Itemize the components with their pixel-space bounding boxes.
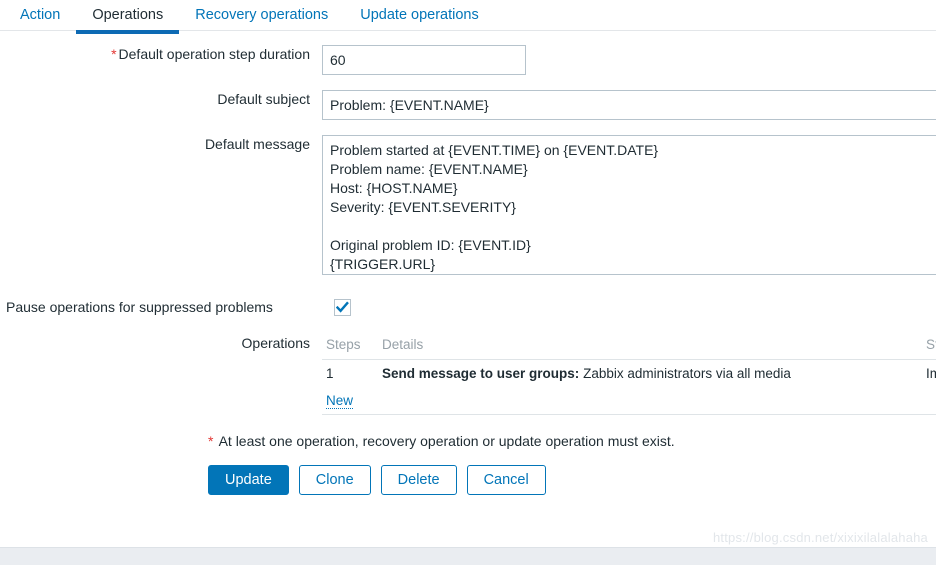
tab-operations-label: Operations bbox=[92, 7, 164, 23]
message-control: Problem started at {EVENT.TIME} on {EVEN… bbox=[322, 135, 936, 278]
pause-suppressed-checkbox[interactable] bbox=[334, 298, 351, 316]
form-action-buttons: Update Clone Delete Cancel bbox=[208, 465, 936, 495]
cell-details: Send message to user groups: Zabbix admi… bbox=[378, 360, 922, 388]
column-header-details: Details bbox=[378, 334, 922, 360]
delete-button[interactable]: Delete bbox=[380, 465, 457, 495]
operations-table-head: Steps Details Start bbox=[322, 334, 936, 360]
message-textarea[interactable]: Problem started at {EVENT.TIME} on {EVEN… bbox=[322, 135, 936, 275]
tab-operations[interactable]: Operations bbox=[76, 0, 180, 34]
page-footer-bar bbox=[0, 547, 936, 565]
column-header-start: Start bbox=[922, 334, 936, 360]
operations-new-cell: New bbox=[322, 387, 936, 415]
tab-list: Action Operations Recovery operations Up… bbox=[0, 0, 936, 34]
table-row[interactable]: 1 Send message to user groups: Zabbix ad… bbox=[322, 360, 936, 388]
form-row-operations: Operations Steps Details Start 1 Send me… bbox=[0, 334, 936, 415]
cell-details-action: Send message to user groups: bbox=[382, 366, 580, 381]
note-text: At least one operation, recovery operati… bbox=[218, 433, 675, 449]
required-asterisk: * bbox=[111, 46, 117, 62]
checkmark-icon bbox=[336, 301, 349, 313]
tab-update-operations-label: Update operations bbox=[360, 7, 479, 23]
cancel-button[interactable]: Cancel bbox=[466, 465, 546, 495]
update-button[interactable]: Update bbox=[208, 465, 289, 495]
cell-step-number: 1 bbox=[326, 366, 334, 381]
subject-label: Default subject bbox=[217, 91, 310, 107]
operations-table-body: 1 Send message to user groups: Zabbix ad… bbox=[322, 360, 936, 415]
form-validation-note: * At least one operation, recovery opera… bbox=[208, 433, 936, 449]
pause-suppressed-control bbox=[334, 298, 936, 316]
form-row-subject: Default subject bbox=[0, 90, 936, 120]
clone-button[interactable]: Clone bbox=[298, 465, 371, 495]
operations-form: *Default operation step duration Default… bbox=[0, 31, 936, 495]
watermark: https://blog.csdn.net/xixixilalalahaha bbox=[712, 530, 928, 545]
cell-details-target: Zabbix administrators via all media bbox=[583, 366, 791, 381]
new-operation-link[interactable]: New bbox=[326, 393, 354, 409]
form-row-duration: * Default operation step duration bbox=[0, 45, 936, 75]
form-row-message: Default message Problem started at {EVEN… bbox=[0, 135, 936, 278]
subject-input[interactable] bbox=[322, 90, 936, 120]
operations-control: Steps Details Start 1 Send message to us… bbox=[322, 334, 936, 415]
duration-label: * Default operation step duration bbox=[0, 45, 322, 63]
tab-action-label: Action bbox=[20, 7, 61, 23]
cell-start: Immediately bbox=[926, 366, 936, 381]
tab-recovery-operations-label: Recovery operations bbox=[195, 7, 329, 23]
tab-update-operations[interactable]: Update operations bbox=[344, 0, 495, 30]
operations-header-row: Steps Details Start bbox=[322, 334, 936, 360]
duration-label-text: Default operation step duration bbox=[118, 46, 310, 62]
tab-action[interactable]: Action bbox=[4, 0, 76, 30]
form-row-pause-suppressed: Pause operations for suppressed problems bbox=[0, 298, 936, 316]
message-label: Default message bbox=[204, 136, 310, 152]
operations-label: Operations bbox=[241, 335, 310, 351]
subject-control bbox=[322, 90, 936, 120]
operations-table: Steps Details Start 1 Send message to us… bbox=[322, 334, 936, 415]
pause-suppressed-label: Pause operations for suppressed problems bbox=[6, 299, 273, 315]
operations-footer-row: New bbox=[322, 387, 936, 415]
duration-input[interactable] bbox=[322, 45, 526, 75]
tab-recovery-operations[interactable]: Recovery operations bbox=[179, 0, 344, 30]
column-header-steps: Steps bbox=[322, 334, 378, 360]
tab-bar: Action Operations Recovery operations Up… bbox=[0, 0, 936, 34]
duration-control bbox=[322, 45, 936, 75]
note-asterisk: * bbox=[208, 433, 214, 449]
